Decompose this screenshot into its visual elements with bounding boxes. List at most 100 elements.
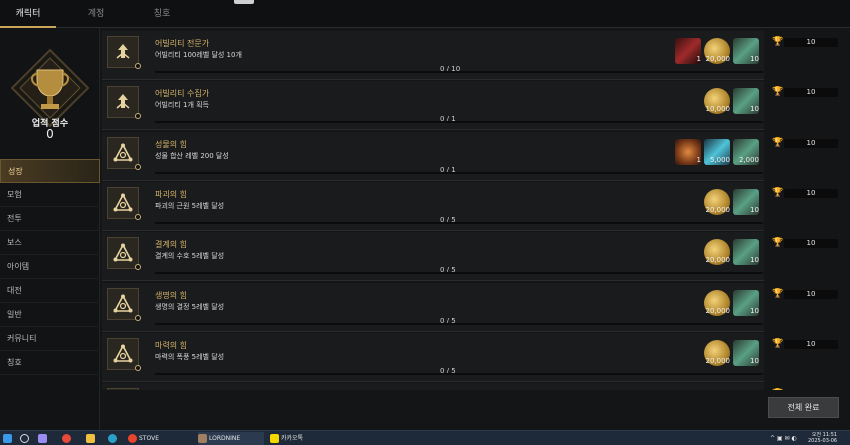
achievement-row[interactable]: 어빌리티 전문가 어빌리티 100레벨 달성 10개 0 / 10 1 20,000 10 [102,31,764,80]
taskview-icon[interactable] [38,432,49,445]
badge-dot-icon [135,264,141,271]
clock-date: 2025-03-06 [808,438,838,444]
trophy-small-icon: 🏆 [772,288,784,299]
achievement-points: 🏆10 [772,188,838,198]
ability-icon [107,36,139,68]
achievement-points: 🏆10 [772,238,838,249]
window-handle[interactable] [234,0,254,4]
clock[interactable]: 오전 11:51 2025-03-06 [808,432,837,444]
reward-quantity: 20,000 [705,356,731,365]
achievement-window: 캐릭터 계정 칭호 업적 점수 0 성장 모험 전투 보스 아이템 대전 일반 커뮤니티 칭호 … [0,0,850,445]
trophy-small-icon: 🏆 [772,389,783,390]
points-value: 10 [784,38,838,47]
reward-quantity: 10 [750,105,759,114]
achievement-list: 어빌리티 전문가 어빌리티 100레벨 달성 10개 0 / 10 1 20,000 10… [102,28,850,390]
reward-quantity: 20,000 [705,205,731,214]
tab-character[interactable]: 캐릭터 [0,0,56,28]
points-value: 10 [784,339,838,349]
reward-quantity: 2,000 [738,155,759,164]
achievement-row[interactable]: 성물의 힘 성물 합산 레벨 200 달성 0 / 1 1 5,000 2,000 [102,131,764,181]
achievement-desc: 생명의 결정 5레벨 달성 [155,302,225,311]
windows-start-icon[interactable] [3,432,14,445]
tab-titles[interactable]: 칭호 [132,0,192,28]
category-item[interactable]: 모험 [0,183,100,207]
achievement-points: 🏆10 [772,37,838,47]
achievement-title: 파괴의 힘 [155,189,187,199]
reward-quantity: 1 [696,155,701,164]
reward-quantity: 20,000 [705,306,731,315]
category-item[interactable]: 커뮤니티 [0,327,100,351]
achievement-score-panel: 업적 점수 0 [0,28,100,150]
triangle-icon [107,186,139,219]
lordnine-taskbar-item[interactable]: LORDNINE [198,432,264,445]
achievement-desc: 성물 합산 레벨 200 달성 [155,151,229,160]
progress-bar [155,71,763,73]
achievement-desc: 어빌리티 1개 획득 [155,101,209,110]
points-value: 10 [784,188,838,198]
reward-quantity: 20,000 [705,256,731,265]
achievement-desc: 어빌리티 100레벨 달성 10개 [155,51,242,59]
achievement-desc: 마력의 폭풍 5레벨 달성 [155,352,225,361]
tab-account[interactable]: 계정 [66,0,126,28]
chrome-icon[interactable] [62,432,73,445]
trophy-small-icon: 🏆 [772,338,784,349]
reward-quantity: 1 [696,55,701,63]
kakaotalk-taskbar-item[interactable]: 카카오톡 [270,432,336,445]
complete-all-button[interactable]: 전체 완료 [768,397,839,418]
reward-quantity: 10 [750,306,759,315]
ability-icon [107,86,139,119]
achievement-points: 🏆10 [772,339,838,349]
badge-dot-icon [135,163,141,170]
points-value: 10 [784,138,838,148]
reward-quantity: 5,000 [709,155,730,164]
reward-quantity: 10 [750,205,759,214]
category-item[interactable]: 전투 [0,207,100,231]
triangle-icon [107,237,139,270]
progress-bar [155,272,763,275]
achievement-row[interactable] [102,383,764,390]
stove-taskbar-item[interactable]: STOVE [128,432,159,445]
category-item[interactable]: 아이템 [0,255,100,279]
category-item[interactable]: 일반 [0,303,100,327]
achievement-row[interactable]: 마력의 힘 마력의 폭풍 5레벨 달성 0 / 5 20,000 10 [102,332,764,382]
badge-dot-icon [135,364,141,371]
achievement-row[interactable]: 어빌리티 수집가 어빌리티 1개 획득 0 / 1 10,000 10 [102,81,764,131]
category-item[interactable]: 대전 [0,279,100,303]
os-taskbar: STOVE LORDNINE 카카오톡 ^ ▣ ✉ ◐ 오전 11:51 202… [0,430,850,445]
points-value: 10 [784,289,838,299]
achievement-row[interactable]: 결계의 힘 결계의 수호 5레벨 달성 0 / 5 20,000 10 [102,232,764,282]
achievement-title: 성물의 힘 [155,139,187,149]
progress-bar [155,221,763,224]
category-item[interactable]: 성장 [0,159,100,183]
points-value: 10 [784,88,838,98]
trophy-small-icon: 🏆 [772,37,784,47]
folder-icon[interactable] [86,432,97,445]
triangle-icon [107,337,139,370]
achievement-title: 생명의 힘 [155,290,187,300]
category-item[interactable]: 칭호 [0,351,100,375]
points-value: 10 [784,239,838,249]
badge-dot-icon [135,63,141,69]
trophy-small-icon: 🏆 [772,238,784,249]
search-icon[interactable] [20,432,31,445]
progress-bar [155,171,763,174]
tray-icons[interactable]: ^ ▣ ✉ ◐ [770,432,797,445]
achievement-row[interactable]: 파괴의 힘 파괴의 근원 5레벨 달성 0 / 5 20,000 10 [102,181,764,231]
reward-quantity: 10 [750,55,759,63]
achievement-points: 🏆10 [772,138,838,148]
edge-icon[interactable] [108,432,119,445]
category-item[interactable]: 보스 [0,231,100,255]
badge-dot-icon [135,314,141,321]
progress-bar [155,322,763,325]
trophy-small-icon: 🏆 [772,187,784,198]
progress-bar [155,121,763,124]
reward-quantity: 10 [750,356,759,365]
achievement-row[interactable]: 생명의 힘 생명의 결정 5레벨 달성 0 / 5 20,000 10 [102,282,764,332]
achievement-title: 어빌리티 전문가 [155,39,210,48]
tab-bar: 캐릭터 계정 칭호 [0,0,850,28]
achievement-title: 어빌리티 수집가 [155,89,210,99]
badge-dot-icon [135,113,141,120]
triangle-icon [107,287,139,320]
achievement-title: 결계의 힘 [155,240,187,250]
achievement-points: 🏆10 [772,87,838,98]
